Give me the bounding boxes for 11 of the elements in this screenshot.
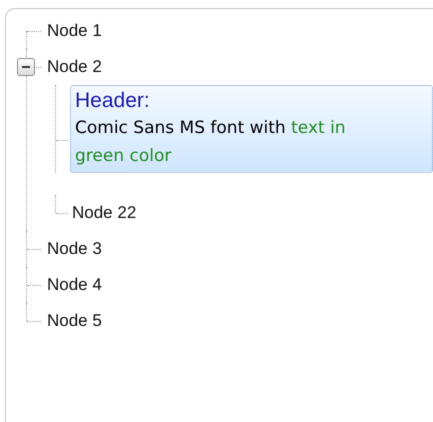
tree-node[interactable]: Node 2: [45, 49, 104, 85]
tree-node[interactable]: Node 5: [45, 303, 104, 339]
tree-node[interactable]: Node 3: [45, 231, 104, 267]
node-text: Comic Sans MS font with text in green color: [75, 117, 347, 168]
tree-node[interactable]: Header: Comic Sans MS font with text in green color: [70, 85, 433, 173]
tree-node[interactable]: Node 22: [70, 195, 138, 231]
tree-node[interactable]: Node 1: [45, 13, 104, 49]
tree-line: [55, 195, 68, 213]
collapse-button[interactable]: [17, 58, 35, 76]
node-header: Header:: [75, 88, 151, 114]
tree-node[interactable]: Node 4: [45, 267, 104, 303]
